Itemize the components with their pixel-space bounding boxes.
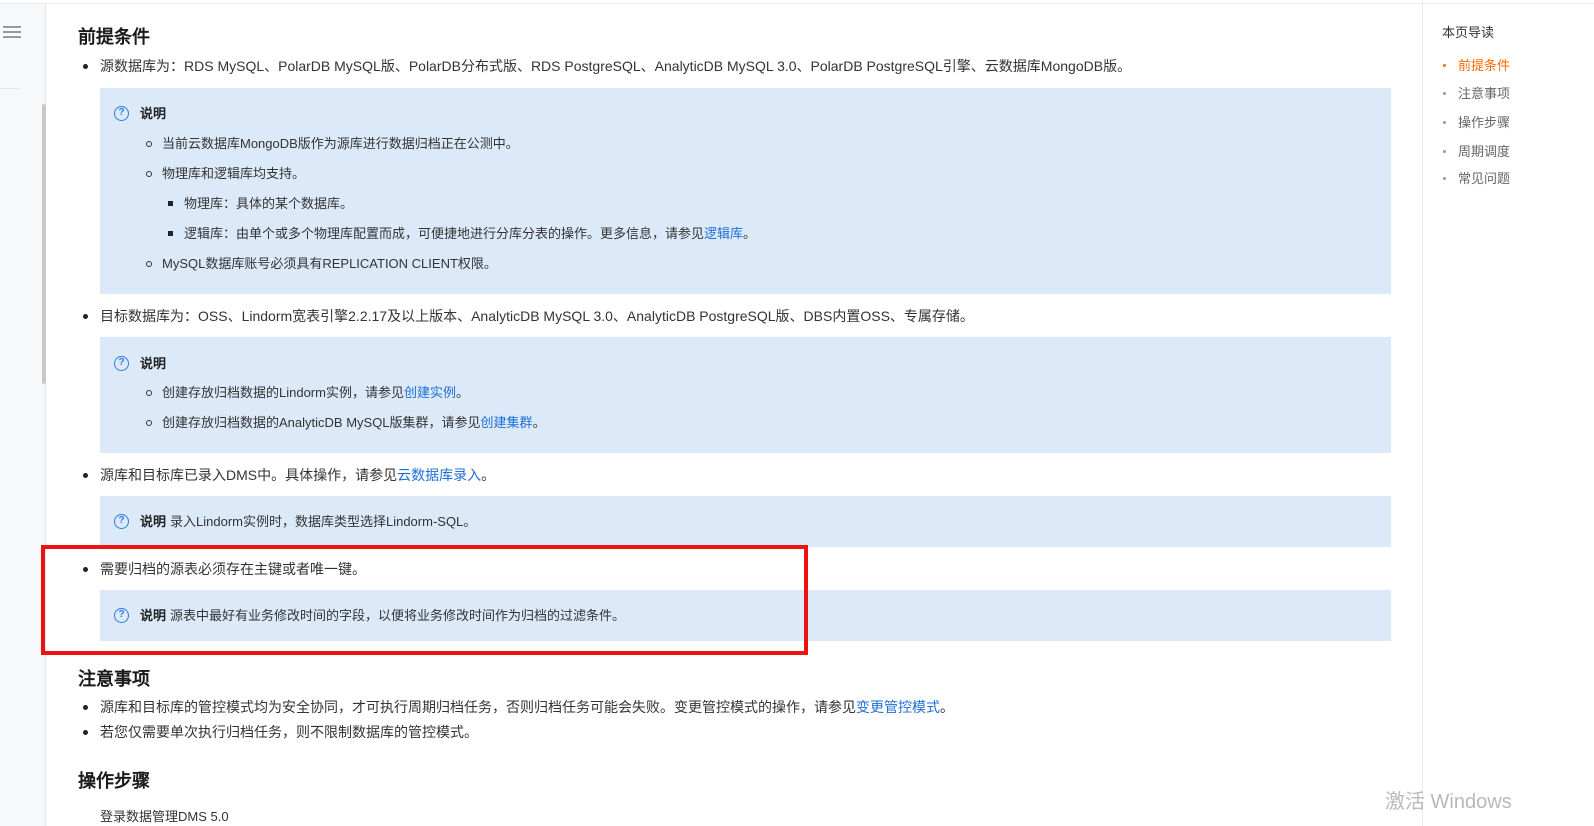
square-bullet (168, 231, 173, 236)
windows-activation-watermark: 激活 Windows (1385, 791, 1512, 813)
note-label: 说明 (140, 356, 167, 371)
toc-dot (1443, 150, 1446, 153)
note-item-text: 当前云数据库MongoDB版作为源库进行数据归档正在公测中。 (162, 136, 519, 151)
note-item-text: MySQL数据库账号必须具有REPLICATION CLIENT权限。 (162, 256, 497, 271)
circle-bullet (146, 261, 152, 267)
text-segment: 。 (532, 415, 546, 430)
scrollbar-thumb[interactable] (42, 104, 46, 384)
bullet-dot (83, 730, 88, 735)
list-item-text: 源库和目标库已录入DMS中。具体操作，请参见云数据库录入。 (100, 465, 495, 485)
section-title-steps: 操作步骤 (78, 771, 150, 791)
bullet-dot (83, 705, 88, 710)
circle-bullet (146, 171, 152, 177)
text-segment: 。 (481, 467, 496, 483)
toc-dot (1443, 177, 1446, 180)
note-item-text: 创建存放归档数据的Lindorm实例，请参见创建实例。 (162, 383, 469, 403)
text-segment: 。 (940, 699, 954, 715)
note-subitem-text: 物理库：具体的某个数据库。 (184, 196, 354, 211)
text-segment: 创建存放归档数据的AnalyticDB MySQL版集群，请参见 (162, 415, 481, 430)
circle-bullet (146, 420, 152, 426)
toc-dot (1443, 64, 1446, 67)
bullet-dot (83, 473, 88, 478)
note-item-text: 创建存放归档数据的AnalyticDB MySQL版集群，请参见创建集群。 (162, 413, 546, 433)
text-segment: 。 (743, 226, 757, 241)
question-circle-icon: ? (114, 356, 129, 371)
text-segment: 源库和目标库已录入DMS中。具体操作，请参见 (100, 467, 398, 483)
text-segment: 登录数据管理DMS 5.0 (100, 809, 229, 824)
table-of-contents: 本页导读 前提条件 注意事项 操作步骤 周期调度 常见问题 (1422, 0, 1594, 826)
steps-item-partial: 登录数据管理DMS 5.0 (100, 806, 229, 825)
list-item-text: 源库和目标库的管控模式均为安全协同，才可执行周期归档任务，否则归档任务可能会失败… (100, 697, 954, 717)
toc-item-label: 操作步骤 (1458, 115, 1511, 130)
link-create-instance[interactable]: 创建实例 (404, 385, 456, 400)
toc-item-label: 常见问题 (1458, 171, 1511, 186)
doc-page: 前提条件 源数据库为：RDS MySQL、PolarDB MySQL版、Pola… (0, 0, 1594, 826)
link-logical-db[interactable]: 逻辑库 (704, 226, 743, 241)
toc-dot (1443, 121, 1446, 124)
toc-title: 本页导读 (1442, 25, 1495, 40)
text-segment: 逻辑库：由单个或多个物理库配置而成，可便捷地进行分库分表的操作。更多信息，请参见 (184, 226, 705, 241)
square-bullet (168, 201, 173, 206)
hamburger-menu-icon[interactable] (3, 23, 21, 41)
note-subitem-text: 逻辑库：由单个或多个物理库配置而成，可便捷地进行分库分表的操作。更多信息，请参见… (184, 224, 756, 244)
note-label: 说明 (140, 514, 167, 529)
link-create-cluster[interactable]: 创建集群 (481, 415, 533, 430)
note-box: ? 说明 当前云数据库MongoDB版作为源库进行数据归档正在公测中。 物理库和… (100, 88, 1391, 294)
highlight-box (41, 545, 808, 655)
text-segment: 源库和目标库的管控模式均为安全协同，才可执行周期归档任务，否则归档任务可能会失败… (100, 699, 856, 715)
left-rail (0, 4, 46, 826)
top-border (0, 0, 1594, 4)
circle-bullet (146, 141, 152, 147)
note-label: 说明 (140, 106, 167, 121)
note-box: ? 说明 创建存放归档数据的Lindorm实例，请参见创建实例。 创建存放归档数… (100, 337, 1391, 453)
toc-dot (1443, 92, 1446, 95)
section-title-notes: 注意事项 (78, 669, 150, 689)
link-change-control-mode[interactable]: 变更管控模式 (856, 699, 940, 715)
question-circle-icon: ? (114, 106, 129, 121)
note-text: 录入Lindorm实例时，数据库类型选择Lindorm-SQL。 (170, 514, 477, 529)
note-inline: 说明 录入Lindorm实例时，数据库类型选择Lindorm-SQL。 (140, 512, 476, 532)
text-segment: 。 (455, 385, 469, 400)
toc-item-label: 前提条件 (1458, 58, 1511, 73)
text-segment: 创建存放归档数据的Lindorm实例，请参见 (162, 385, 404, 400)
link-cloud-db-entry[interactable]: 云数据库录入 (397, 467, 481, 483)
toc-item-label: 周期调度 (1458, 144, 1511, 159)
section-title-prerequisites: 前提条件 (78, 27, 150, 47)
list-item-text: 若您仅需要单次执行归档任务，则不限制数据库的管控模式。 (100, 724, 478, 740)
circle-bullet (146, 390, 152, 396)
bullet-dot (83, 314, 88, 319)
rail-divider (0, 88, 20, 89)
note-item-text: 物理库和逻辑库均支持。 (162, 166, 306, 181)
list-item-text: 目标数据库为：OSS、Lindorm宽表引擎2.2.17及以上版本、Analyt… (100, 308, 974, 324)
list-item-text: 源数据库为：RDS MySQL、PolarDB MySQL版、PolarDB分布… (100, 58, 1132, 74)
note-box: ? 说明 录入Lindorm实例时，数据库类型选择Lindorm-SQL。 (100, 496, 1391, 547)
bullet-dot (83, 64, 88, 69)
question-circle-icon: ? (114, 514, 129, 529)
toc-item-label: 注意事项 (1458, 86, 1511, 101)
